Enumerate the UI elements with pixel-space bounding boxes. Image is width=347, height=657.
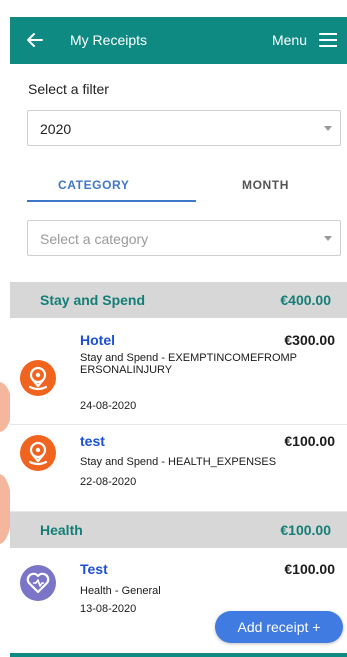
heart-icon bbox=[26, 572, 50, 594]
receipt-amount: €100.00 bbox=[284, 561, 335, 577]
tab-month[interactable]: MONTH bbox=[242, 178, 289, 192]
receipt-name: test bbox=[80, 433, 105, 449]
receipt-row[interactable]: test €100.00 Stay and Spend - HEALTH_EXP… bbox=[10, 425, 347, 512]
active-tab-indicator bbox=[27, 200, 196, 202]
section-name: Stay and Spend bbox=[40, 292, 146, 308]
category-select-placeholder: Select a category bbox=[40, 231, 149, 247]
section-total: €400.00 bbox=[280, 292, 331, 308]
page-title: My Receipts bbox=[70, 32, 148, 48]
menu-button[interactable]: Menu bbox=[272, 32, 307, 48]
receipt-date: 22-08-2020 bbox=[80, 476, 137, 488]
receipt-row[interactable]: Hotel €300.00 Stay and Spend - EXEMPTINC… bbox=[10, 320, 347, 425]
map-pin-icon bbox=[28, 366, 48, 391]
arrow-left-icon[interactable] bbox=[26, 31, 44, 49]
dropdown-caret-icon bbox=[324, 236, 332, 241]
receipt-name: Hotel bbox=[80, 332, 115, 348]
bottom-bar bbox=[10, 653, 347, 657]
hamburger-menu-icon[interactable] bbox=[319, 33, 337, 47]
avatar bbox=[20, 360, 56, 396]
receipt-date: 24-08-2020 bbox=[80, 400, 137, 412]
receipt-name: Test bbox=[80, 561, 108, 577]
receipt-amount: €100.00 bbox=[284, 433, 335, 449]
avatar bbox=[20, 565, 56, 601]
section-total: €100.00 bbox=[280, 522, 331, 538]
section-header-stay-and-spend[interactable]: Stay and Spend €400.00 bbox=[10, 282, 347, 318]
dropdown-caret-icon bbox=[324, 126, 332, 131]
category-select[interactable]: Select a category bbox=[27, 220, 341, 256]
avatar bbox=[20, 435, 56, 471]
add-receipt-button[interactable]: Add receipt + bbox=[215, 611, 343, 643]
app-header: My Receipts Menu bbox=[10, 17, 347, 64]
map-pin-icon bbox=[28, 441, 48, 466]
receipt-description: Stay and Spend - HEALTH_EXPENSES bbox=[80, 456, 277, 468]
app-screen: My Receipts Menu Select a filter 2020 CA… bbox=[10, 17, 347, 657]
receipt-description: Health - General bbox=[80, 585, 161, 597]
receipt-description: Stay and Spend - EXEMPTINCOMEFROMPERSONA… bbox=[80, 352, 298, 376]
year-filter-select[interactable]: 2020 bbox=[27, 110, 341, 146]
receipt-amount: €300.00 bbox=[284, 332, 335, 348]
section-name: Health bbox=[40, 522, 83, 538]
filter-label: Select a filter bbox=[28, 81, 109, 97]
year-filter-value: 2020 bbox=[40, 121, 72, 137]
receipt-date: 13-08-2020 bbox=[80, 603, 137, 615]
section-header-health[interactable]: Health €100.00 bbox=[10, 512, 347, 548]
tab-category[interactable]: CATEGORY bbox=[58, 178, 129, 192]
